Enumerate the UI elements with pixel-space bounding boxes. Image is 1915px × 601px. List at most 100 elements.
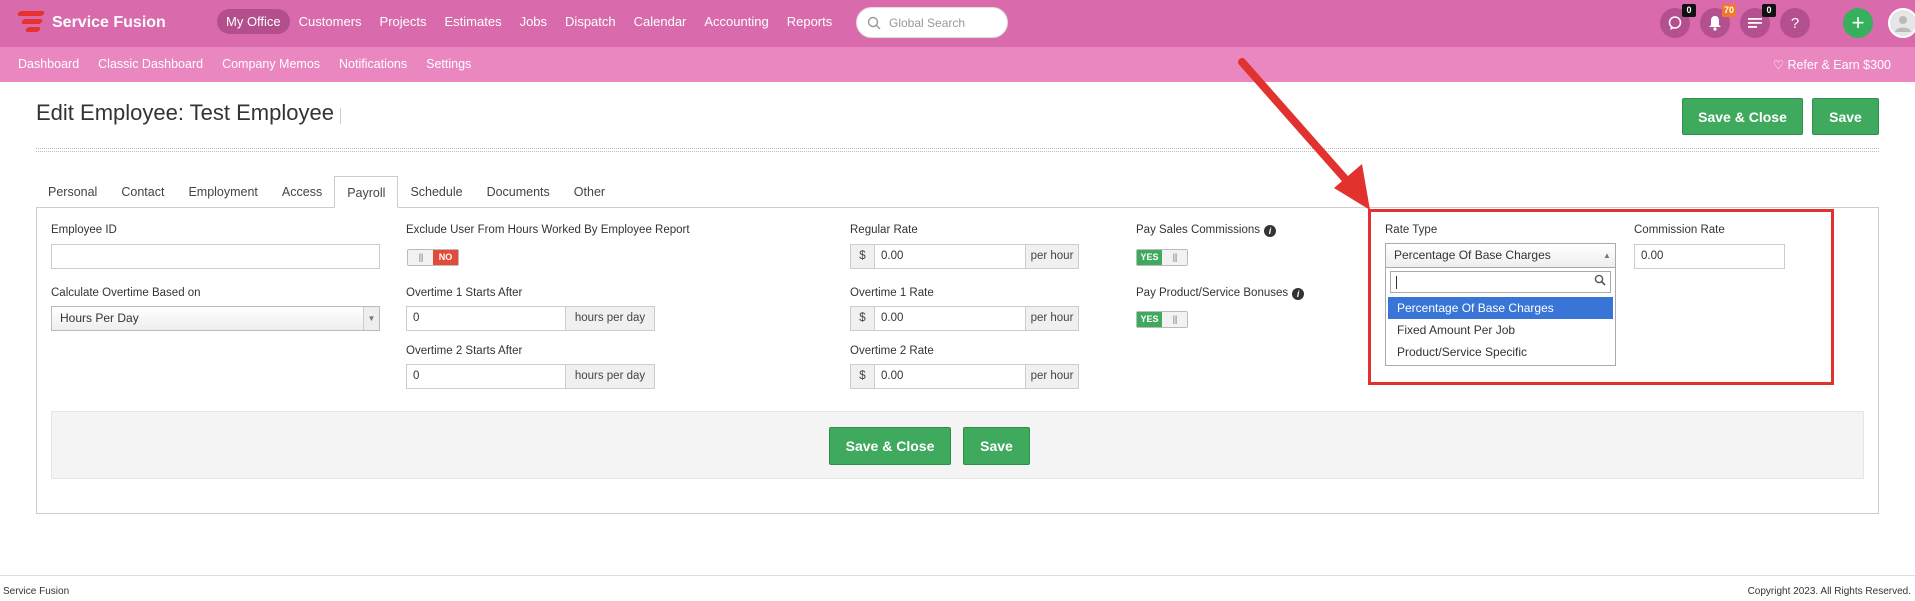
overtime-basis-select[interactable]: Hours Per Day ▼	[51, 306, 380, 331]
regular-rate-unit: per hour	[1025, 244, 1079, 269]
notifications-badge: 70	[1721, 4, 1736, 17]
user-avatar[interactable]	[1888, 8, 1915, 38]
main-nav: My Office Customers Projects Estimates J…	[217, 9, 841, 34]
nav-my-office[interactable]: My Office	[217, 9, 290, 34]
ot1-rate-unit: per hour	[1025, 306, 1079, 331]
pay-bonuses-label: Pay Product/Service Bonuses i	[1136, 287, 1305, 300]
annotation-arrow-icon	[1238, 58, 1370, 210]
nav-reports[interactable]: Reports	[778, 9, 842, 34]
chat-button[interactable]: 0	[1660, 4, 1696, 38]
refer-earn-link[interactable]: ♡ Refer & Earn $300	[1773, 57, 1891, 72]
nav-calendar[interactable]: Calendar	[625, 9, 696, 34]
pay-bonuses-label-text: Pay Product/Service Bonuses	[1136, 287, 1289, 299]
pay-sales-toggle[interactable]: YES |||	[1136, 249, 1188, 266]
nav-customers[interactable]: Customers	[290, 9, 371, 34]
save-close-button-bottom[interactable]: Save & Close	[829, 427, 951, 465]
help-button[interactable]: ?	[1780, 8, 1810, 38]
nav-dispatch[interactable]: Dispatch	[556, 9, 625, 34]
nav-estimates[interactable]: Estimates	[436, 9, 511, 34]
refer-label: Refer & Earn $300	[1787, 58, 1891, 72]
brand-name: Service Fusion	[52, 14, 166, 31]
pay-bonuses-toggle-value: YES	[1137, 312, 1162, 327]
search-icon	[867, 16, 881, 29]
ot2-rate-input[interactable]: 0.00	[874, 364, 1026, 389]
exclude-label: Exclude User From Hours Worked By Employ…	[406, 224, 690, 236]
ot2-rate-prefix: $	[850, 364, 875, 389]
tasks-button[interactable]: 0	[1740, 4, 1776, 38]
logo-icon	[14, 8, 48, 38]
ot1-after-unit: hours per day	[565, 306, 655, 331]
list-icon	[1748, 18, 1762, 28]
top-navbar: Service Fusion My Office Customers Proje…	[0, 0, 1915, 47]
info-icon[interactable]: i	[1263, 225, 1276, 237]
help-icon: ?	[1790, 14, 1800, 32]
save-button-bottom[interactable]: Save	[963, 427, 1030, 465]
subnav-company-memos[interactable]: Company Memos	[222, 57, 320, 71]
toggle-grip-icon: |||	[1162, 312, 1187, 327]
tab-contact[interactable]: Contact	[109, 176, 176, 208]
ot1-after-label: Overtime 1 Starts After	[406, 287, 523, 299]
pay-sales-label-text: Pay Sales Commissions	[1136, 224, 1260, 236]
tab-personal[interactable]: Personal	[36, 176, 109, 208]
ot1-rate-input[interactable]: 0.00	[874, 306, 1026, 331]
notifications-button[interactable]: 70	[1700, 4, 1736, 38]
toggle-grip-icon: |||	[1162, 250, 1187, 265]
sub-navbar: Dashboard Classic Dashboard Company Memo…	[0, 47, 1915, 82]
overtime-basis-value: Hours Per Day	[60, 311, 139, 325]
ot1-rate-prefix: $	[850, 306, 875, 331]
subnav-settings[interactable]: Settings	[426, 57, 471, 71]
heart-icon: ♡	[1772, 58, 1784, 72]
tab-employment[interactable]: Employment	[176, 176, 269, 208]
tasks-badge: 0	[1762, 4, 1776, 17]
brand-logo[interactable]: Service Fusion	[14, 8, 166, 38]
ot2-after-unit: hours per day	[565, 364, 655, 389]
tab-access[interactable]: Access	[270, 176, 334, 208]
employee-tabs: Personal Contact Employment Access Payro…	[36, 176, 617, 208]
search-placeholder: Global Search	[889, 15, 966, 30]
save-close-button-top[interactable]: Save & Close	[1682, 98, 1803, 135]
tab-other[interactable]: Other	[562, 176, 617, 208]
regular-rate-prefix: $	[850, 244, 875, 269]
tab-schedule[interactable]: Schedule	[398, 176, 474, 208]
subnav-notifications[interactable]: Notifications	[339, 57, 407, 71]
exclude-toggle-value: NO	[433, 250, 458, 265]
employee-id-label: Employee ID	[51, 224, 117, 236]
page-title: Edit Employee: Test Employee	[36, 100, 334, 125]
global-search-input[interactable]: Global Search	[856, 7, 1008, 38]
info-icon[interactable]: i	[1292, 288, 1305, 300]
tab-documents[interactable]: Documents	[475, 176, 562, 208]
regular-rate-input[interactable]: 0.00	[874, 244, 1026, 269]
ot2-after-input[interactable]: 0	[406, 364, 566, 389]
pay-sales-label: Pay Sales Commissions i	[1136, 224, 1276, 237]
ot2-rate-label: Overtime 2 Rate	[850, 345, 934, 357]
footer-copyright: Copyright 2023. All Rights Reserved.	[1747, 586, 1911, 597]
annotation-highlight-box	[1368, 209, 1834, 385]
nav-jobs[interactable]: Jobs	[511, 9, 556, 34]
chevron-down-icon: ▼	[363, 307, 379, 330]
ot2-after-label: Overtime 2 Starts After	[406, 345, 523, 357]
employee-id-input[interactable]	[51, 244, 380, 269]
pay-bonuses-toggle[interactable]: YES |||	[1136, 311, 1188, 328]
exclude-toggle[interactable]: ||| NO	[407, 249, 459, 266]
add-button[interactable]: +	[1843, 8, 1873, 38]
nav-accounting[interactable]: Accounting	[695, 9, 777, 34]
regular-rate-label: Regular Rate	[850, 224, 918, 236]
user-icon	[1895, 16, 1911, 32]
subnav-dashboard[interactable]: Dashboard	[18, 57, 79, 71]
header-divider	[36, 148, 1879, 152]
title-divider	[340, 108, 341, 124]
ot1-rate-label: Overtime 1 Rate	[850, 287, 934, 299]
footer-brand: Service Fusion	[3, 586, 70, 597]
toggle-grip-icon: |||	[408, 250, 433, 265]
chat-icon	[1668, 16, 1682, 30]
plus-icon: +	[1851, 10, 1865, 35]
ot2-rate-unit: per hour	[1025, 364, 1079, 389]
nav-projects[interactable]: Projects	[371, 9, 436, 34]
ot1-after-input[interactable]: 0	[406, 306, 566, 331]
tab-payroll[interactable]: Payroll	[334, 176, 399, 208]
bell-icon	[1709, 16, 1721, 31]
subnav-classic-dashboard[interactable]: Classic Dashboard	[98, 57, 203, 71]
overtime-basis-label: Calculate Overtime Based on	[51, 287, 201, 299]
save-button-top[interactable]: Save	[1812, 98, 1879, 135]
chat-badge: 0	[1682, 4, 1696, 17]
